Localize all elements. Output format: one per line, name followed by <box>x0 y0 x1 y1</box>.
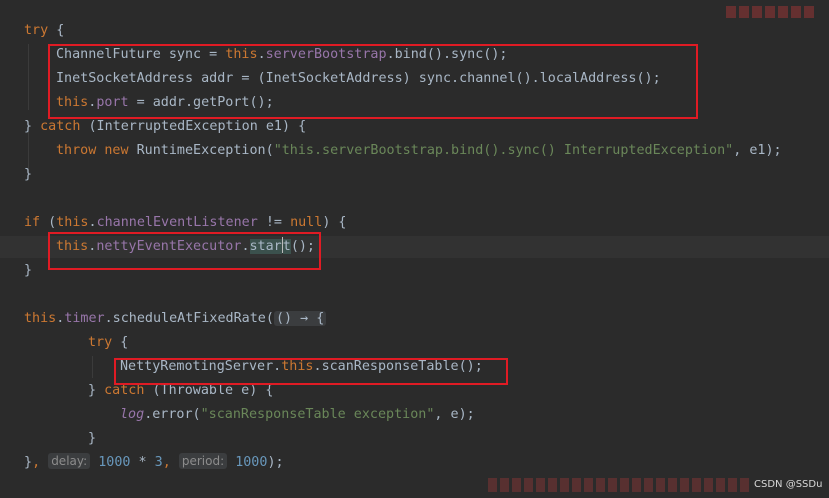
code-line-11[interactable]: } <box>24 260 32 282</box>
code-line-18[interactable]: } <box>88 428 96 450</box>
string-literal: "scanResponseTable exception" <box>200 407 435 422</box>
code-text: * <box>130 455 155 470</box>
keyword-try: try <box>88 335 113 350</box>
code-line-19[interactable]: }, delay: 1000 * 3, period: 1000); <box>24 452 284 474</box>
keyword-catch: catch <box>104 383 145 398</box>
field-channel-event-listener: channelEventListener <box>96 215 258 230</box>
code-text: (InterruptedException e1) { <box>80 119 307 134</box>
code-text: } <box>24 263 33 278</box>
keyword-new: new <box>104 143 129 158</box>
number-literal: 1000 <box>235 455 268 470</box>
annotation-box-bind <box>48 44 698 119</box>
indent-guide <box>28 44 29 110</box>
code-line-1[interactable]: try { <box>24 20 64 42</box>
lambda-fold-hint[interactable]: () → { <box>273 311 327 326</box>
watermark-csdn: CSDN @SSDu <box>754 479 823 490</box>
code-text: (Throwable e) { <box>144 383 274 398</box>
code-line-5[interactable]: } catch (InterruptedException e1) { <box>24 116 306 138</box>
keyword-this: this <box>56 215 89 230</box>
code-text: { <box>112 335 129 350</box>
code-text: } <box>24 455 33 470</box>
indent-guide <box>92 356 93 378</box>
keyword-catch: catch <box>40 119 81 134</box>
code-text: RuntimeException( <box>128 143 274 158</box>
code-text: } <box>88 383 105 398</box>
code-line-13[interactable]: this.timer.scheduleAtFixedRate(() → { <box>24 308 327 330</box>
code-text: ( <box>40 215 57 230</box>
number-literal: 1000 <box>98 455 131 470</box>
code-text: , e1); <box>733 143 782 158</box>
code-text: , <box>162 455 179 470</box>
annotation-box-executor-start <box>48 232 321 270</box>
annotation-box-scan-response <box>114 358 508 385</box>
watermark-top-right <box>726 6 818 20</box>
code-text: } <box>24 167 33 182</box>
param-hint-period: period: <box>178 453 228 469</box>
number-literal: 3 <box>154 455 163 470</box>
field-log: log <box>120 407 145 422</box>
keyword-null: null <box>290 215 323 230</box>
keyword-this: this <box>24 311 57 326</box>
keyword-throw: throw <box>56 143 97 158</box>
param-hint-delay: delay: <box>48 453 91 469</box>
code-line-17[interactable]: log.error("scanResponseTable exception",… <box>120 404 475 426</box>
code-text: .error( <box>144 407 201 422</box>
code-line-6[interactable]: throw new RuntimeException("this.serverB… <box>56 140 782 162</box>
code-text: .scheduleAtFixedRate( <box>104 311 274 326</box>
code-line-9[interactable]: if (this.channelEventListener != null) { <box>24 212 347 234</box>
code-text: != <box>257 215 291 230</box>
keyword-if: if <box>24 215 41 230</box>
code-text: . <box>88 215 97 230</box>
code-editor[interactable]: try { ChannelFuture sync = this.serverBo… <box>0 0 829 498</box>
code-text: { <box>48 23 65 38</box>
code-text: , <box>32 455 49 470</box>
code-text: } <box>88 431 97 446</box>
keyword-try: try <box>24 23 49 38</box>
code-text: , e); <box>434 407 475 422</box>
watermark-bottom-strip <box>488 478 750 494</box>
code-text: ) { <box>322 215 347 230</box>
field-timer: timer <box>64 311 105 326</box>
code-text: } <box>24 119 41 134</box>
code-line-7[interactable]: } <box>24 164 32 186</box>
code-text: ); <box>267 455 284 470</box>
string-literal: "this.serverBootstrap.bind().sync() Inte… <box>273 143 734 158</box>
code-line-14[interactable]: try { <box>88 332 128 354</box>
